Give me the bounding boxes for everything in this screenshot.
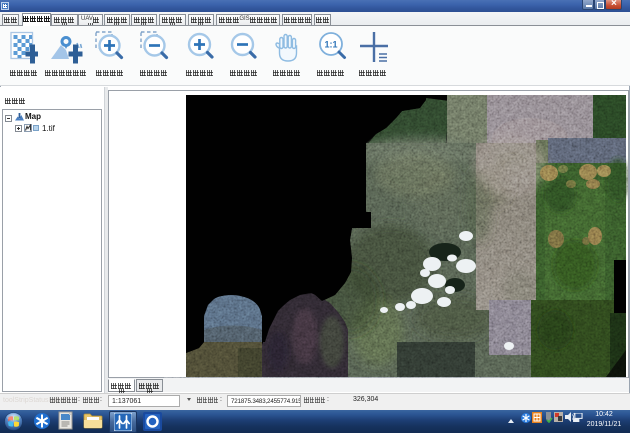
svg-text:1:1: 1:1 [324, 40, 337, 50]
